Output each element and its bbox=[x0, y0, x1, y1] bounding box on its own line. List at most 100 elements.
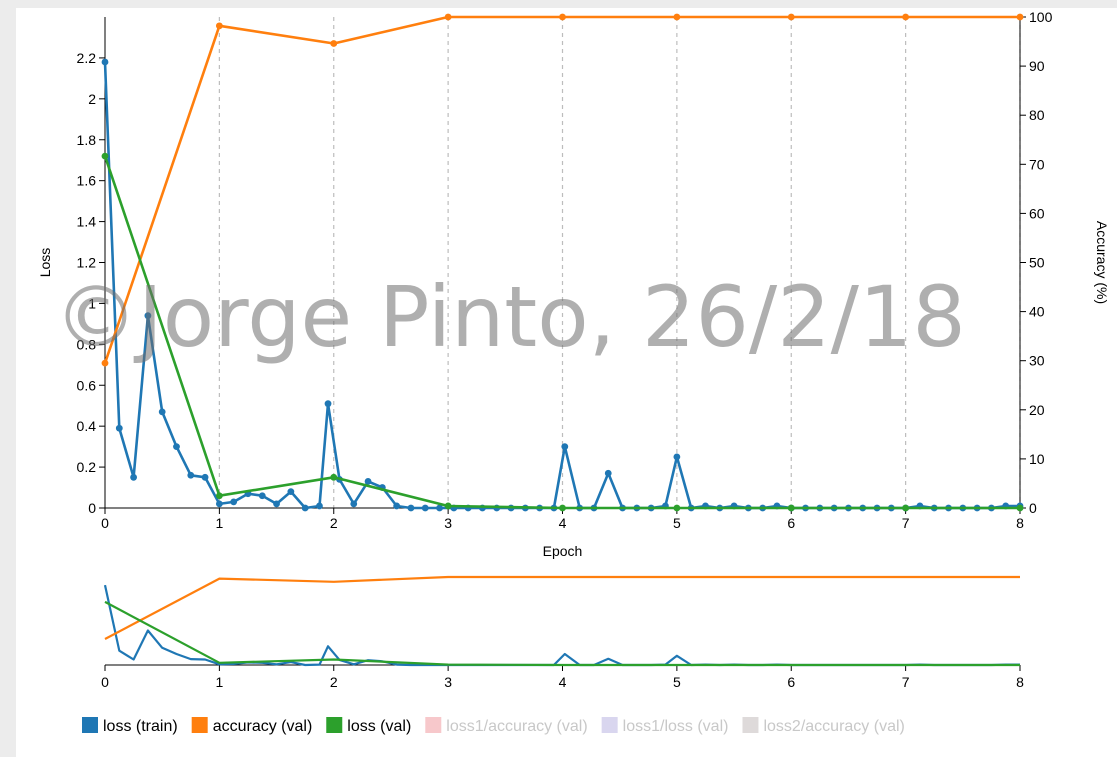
y-right-tick-label: 70 bbox=[1029, 156, 1045, 172]
point-accuracy-val bbox=[902, 13, 910, 21]
x-tick-label: 3 bbox=[444, 515, 452, 531]
overview-plot[interactable]: 0 1 2 3 4 5 6 7 8 bbox=[101, 575, 1024, 690]
point-accuracy-val bbox=[1016, 13, 1024, 21]
y-left-axis-title: Loss bbox=[37, 248, 53, 278]
overview-x-tick-label: 7 bbox=[902, 674, 910, 690]
y-left-tick-label: 1.6 bbox=[77, 173, 97, 189]
legend-swatch bbox=[425, 717, 442, 733]
y-right-tick-label: 0 bbox=[1029, 500, 1037, 516]
legend-swatch bbox=[191, 717, 208, 733]
point-loss-val bbox=[101, 152, 109, 160]
point-loss-val bbox=[444, 502, 452, 510]
point-loss-train bbox=[407, 504, 415, 512]
legend-item-loss-train[interactable]: loss (train) bbox=[82, 717, 178, 735]
point-accuracy-val bbox=[330, 40, 338, 47]
y-right-tick-label: 10 bbox=[1029, 451, 1045, 467]
point-loss-train bbox=[230, 498, 238, 506]
overview-x-tick-label: 0 bbox=[101, 674, 109, 690]
y-left-tick-label: 2.2 bbox=[77, 50, 97, 66]
legend-item-loss1-accuracy-val[interactable]: loss1/accuracy (val) bbox=[425, 717, 588, 735]
point-loss-train bbox=[187, 471, 195, 479]
y-left-tick-label: 0.6 bbox=[77, 377, 97, 393]
point-accuracy-val bbox=[215, 22, 223, 30]
legend-label: loss2/accuracy (val) bbox=[763, 718, 904, 735]
point-accuracy-val bbox=[444, 13, 452, 21]
y-left-tick-label: 1.8 bbox=[77, 132, 97, 148]
y-left-tick-label: 0 bbox=[88, 500, 96, 516]
point-loss-train bbox=[561, 443, 569, 451]
watermark: ©Jorge Pinto, 26/2/18 bbox=[54, 268, 966, 366]
training-chart: 0 1 2 3 4 5 6 7 800.20.40.60.811.21.41.61.822.20… bbox=[37, 9, 1110, 735]
point-loss-train bbox=[301, 504, 309, 512]
y-left-tick-label: 2 bbox=[88, 91, 96, 107]
legend-label: loss1/loss (val) bbox=[623, 718, 729, 735]
point-loss-val bbox=[330, 473, 338, 481]
point-loss-val bbox=[559, 504, 566, 512]
point-loss-val bbox=[673, 504, 681, 512]
point-loss-train bbox=[201, 473, 209, 481]
x-tick-label: 0 bbox=[101, 515, 109, 531]
point-accuracy-val bbox=[673, 13, 681, 21]
legend-label: loss (val) bbox=[347, 718, 411, 735]
legend-label: loss1/accuracy (val) bbox=[446, 718, 587, 735]
legend-item-loss-val[interactable]: loss (val) bbox=[326, 717, 411, 735]
overview-x-tick-label: 1 bbox=[215, 674, 223, 690]
point-loss-train bbox=[130, 473, 137, 481]
chart-panel: 0 1 2 3 4 5 6 7 8 0 0.2 0.4 0.6 0.8 1 1.2 1.4 1.6 1.8 2 2.2 0… bbox=[16, 8, 1117, 757]
overview-x-tick-label: 8 bbox=[1016, 674, 1024, 690]
x-tick-label: 2 bbox=[330, 515, 338, 531]
point-loss-train bbox=[673, 453, 681, 461]
point-loss-train bbox=[115, 424, 123, 432]
y-right-tick-label: 20 bbox=[1029, 402, 1045, 418]
point-loss-val bbox=[902, 504, 910, 512]
point-accuracy-val bbox=[559, 13, 566, 21]
y-right-tick-label: 80 bbox=[1029, 107, 1045, 123]
point-loss-train bbox=[173, 443, 180, 451]
legend-swatch bbox=[326, 717, 343, 733]
point-loss-train bbox=[273, 500, 280, 508]
point-loss-train bbox=[316, 502, 323, 510]
legend-item-accuracy-val[interactable]: accuracy (val) bbox=[191, 717, 313, 735]
x-tick-label: 1 bbox=[215, 515, 223, 531]
point-loss-val bbox=[215, 492, 223, 500]
y-left-tick-label: 0.4 bbox=[77, 418, 97, 434]
x-tick-label: 4 bbox=[559, 515, 567, 531]
y-right-tick-label: 30 bbox=[1029, 353, 1045, 369]
overview-x-tick-label: 6 bbox=[787, 674, 795, 690]
point-loss-train bbox=[101, 58, 109, 66]
y-right-tick-label: 40 bbox=[1029, 304, 1045, 320]
x-axis-title: Epoch bbox=[543, 543, 583, 559]
point-loss-train bbox=[258, 492, 266, 500]
legend-label: accuracy (val) bbox=[213, 718, 313, 735]
overview-x-tick-label: 5 bbox=[673, 674, 681, 690]
y-right-tick-label: 90 bbox=[1029, 58, 1045, 74]
point-loss-train bbox=[215, 500, 223, 508]
point-loss-train bbox=[350, 500, 358, 508]
x-tick-label: 8 bbox=[1016, 515, 1024, 531]
overview-x-tick-label: 3 bbox=[444, 674, 452, 690]
point-loss-train bbox=[364, 478, 372, 485]
point-loss-train bbox=[324, 400, 332, 408]
point-loss-train bbox=[158, 408, 166, 416]
point-loss-val bbox=[1016, 504, 1024, 512]
overview-x-tick-label: 2 bbox=[330, 674, 338, 690]
point-accuracy-val bbox=[787, 13, 795, 21]
y-right-tick-label: 60 bbox=[1029, 205, 1045, 221]
legend-item-loss1-loss-val[interactable]: loss1/loss (val) bbox=[601, 717, 729, 735]
point-loss-val bbox=[787, 504, 795, 512]
y-left-tick-label: 1.4 bbox=[77, 214, 97, 230]
legend-item-loss2-accuracy-val[interactable]: loss2/accuracy (val) bbox=[742, 717, 905, 735]
x-tick-label: 5 bbox=[673, 515, 681, 531]
overview-line-accuracy-val bbox=[104, 575, 1020, 640]
point-loss-train bbox=[393, 502, 401, 510]
y-right-tick-label: 50 bbox=[1029, 255, 1045, 271]
y-left-tick-label: 0.2 bbox=[77, 459, 97, 475]
y-right-tick-label: 100 bbox=[1029, 9, 1053, 25]
legend-swatch bbox=[82, 717, 98, 733]
x-tick-label: 6 bbox=[787, 515, 795, 531]
point-loss-train bbox=[421, 504, 429, 512]
legend-swatch bbox=[742, 717, 759, 733]
point-loss-train bbox=[604, 469, 612, 477]
x-tick-label: 7 bbox=[902, 515, 910, 531]
overview-x-tick-label: 4 bbox=[559, 674, 567, 690]
